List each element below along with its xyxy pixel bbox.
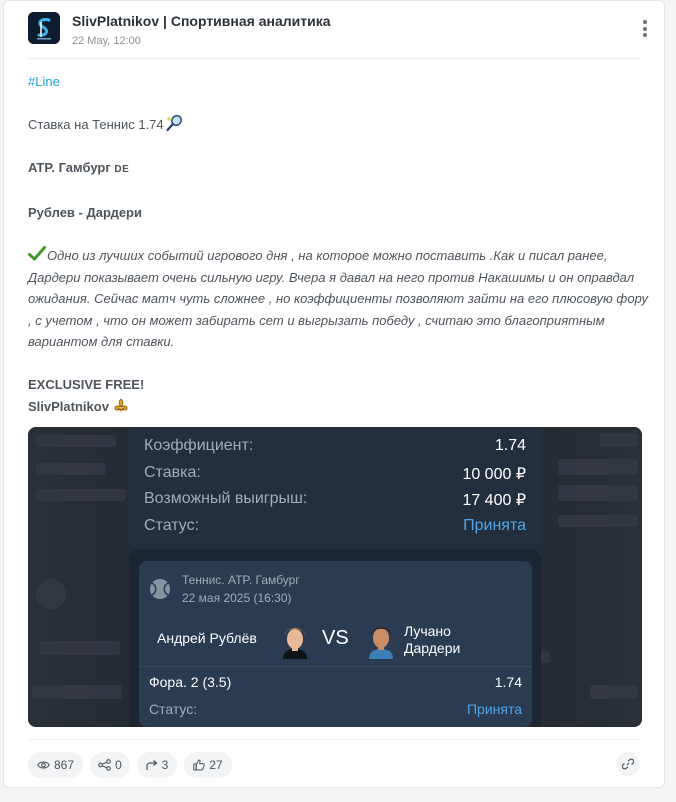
- share-icon: [98, 759, 112, 771]
- bet-datetime: 22 мая 2025 (16:30): [182, 591, 292, 605]
- match-name: Рублев - Дардери: [28, 205, 142, 220]
- blurred-text: [36, 489, 126, 501]
- exclusive-label: EXCLUSIVE FREE!: [28, 377, 145, 392]
- status-row: Статус: Принята: [144, 517, 526, 539]
- signature: SlivPlatnikov: [28, 398, 109, 414]
- vs-label: VS: [322, 627, 349, 649]
- win-label: Возможный выигрыш:: [144, 490, 308, 507]
- forward-icon: [146, 759, 158, 770]
- bet-line: Ставка на Теннис 1.74: [28, 117, 164, 132]
- status-label: Статус:: [144, 517, 200, 534]
- blurred-text: [600, 433, 638, 447]
- status-value: Принята: [463, 517, 526, 534]
- bet-card: Теннис. ATP. Гамбург 22 мая 2025 (16:30)…: [129, 549, 541, 727]
- bet-market: Фора. 2 (3.5): [149, 674, 232, 690]
- post-text: #Line Ставка на Теннис 1.74 ATP. Гамбург…: [28, 71, 648, 417]
- fleur-de-lis-icon: [113, 397, 128, 413]
- shares-button[interactable]: 0: [90, 752, 130, 778]
- coef-row: Коэффициент: 1.74: [144, 437, 526, 459]
- bet-card-inner: Теннис. ATP. Гамбург 22 мая 2025 (16:30)…: [139, 561, 532, 727]
- blurred-text: [540, 651, 550, 663]
- tennis-racket-icon: [166, 115, 182, 132]
- coef-value: 1.74: [494, 437, 526, 454]
- hashtag-link[interactable]: #Line: [28, 74, 60, 89]
- check-mark-icon: [28, 246, 46, 261]
- stake-value: 10 000 ₽: [462, 466, 526, 483]
- player-one-name: Андрей Рублёв: [157, 630, 257, 646]
- bet-status-label: Статус:: [149, 701, 198, 717]
- shares-count: 0: [115, 758, 122, 772]
- win-value: 17 400 ₽: [462, 492, 526, 509]
- tennis-ball-icon: [150, 579, 170, 599]
- bet-tournament: Теннис. ATP. Гамбург: [182, 573, 300, 587]
- player-two-avatar: [369, 627, 393, 659]
- views-button[interactable]: 867: [28, 752, 83, 778]
- copy-link-button[interactable]: [616, 752, 640, 776]
- stake-label: Ставка:: [144, 464, 201, 481]
- tournament-name: ATP. Гамбург: [28, 160, 111, 175]
- bet-status-value: Принята: [466, 701, 522, 717]
- views-count: 867: [53, 758, 75, 772]
- bet-summary-panel: Коэффициент: 1.74 Ставка: 10 000 ₽ Возмо…: [129, 427, 541, 727]
- forwards-button[interactable]: 3: [137, 752, 177, 778]
- player-two-first: Лучано: [404, 623, 451, 639]
- blurred-icon: [36, 579, 66, 609]
- analysis-text: Одно из лучших событий игрового дня , на…: [28, 248, 648, 349]
- blurred-text: [36, 463, 106, 475]
- blurred-text: [40, 641, 120, 655]
- post-header: SlivPlatnikov | Спортивная аналитика 22 …: [28, 12, 664, 52]
- likes-button[interactable]: 27: [184, 752, 232, 778]
- channel-logo-icon: [28, 12, 60, 44]
- blurred-text: [558, 515, 638, 527]
- blurred-text: [36, 435, 116, 447]
- player-two-last: Дардери: [404, 640, 461, 656]
- player-two-name: Лучано Дардери: [404, 623, 460, 657]
- eye-icon: [37, 761, 50, 769]
- flag-de: DE: [114, 164, 130, 175]
- channel-name[interactable]: SlivPlatnikov | Спортивная аналитика: [72, 13, 330, 29]
- channel-avatar[interactable]: [28, 12, 60, 44]
- divider: [28, 739, 641, 740]
- blurred-text: [32, 685, 122, 699]
- win-row: Возможный выигрыш: 17 400 ₽: [144, 490, 526, 512]
- post-card: SlivPlatnikov | Спортивная аналитика 22 …: [3, 0, 665, 788]
- bet-slip-image[interactable]: Коэффициент: 1.74 Ставка: 10 000 ₽ Возмо…: [28, 427, 642, 727]
- thumbs-up-icon: [193, 759, 206, 771]
- bet-divider: [139, 666, 532, 667]
- forwards-count: 3: [161, 758, 169, 772]
- blurred-text: [558, 459, 638, 475]
- more-options-icon[interactable]: [640, 20, 650, 40]
- player-one-avatar: [283, 628, 307, 659]
- coef-label: Коэффициент:: [144, 437, 254, 454]
- link-icon: [622, 758, 634, 770]
- divider: [28, 58, 641, 59]
- post-date: 22 May, 12:00: [72, 35, 141, 47]
- likes-count: 27: [209, 758, 223, 772]
- stake-row: Ставка: 10 000 ₽: [144, 464, 526, 486]
- bet-odds: 1.74: [494, 674, 522, 690]
- blurred-text: [558, 485, 638, 501]
- blurred-text: [590, 685, 638, 699]
